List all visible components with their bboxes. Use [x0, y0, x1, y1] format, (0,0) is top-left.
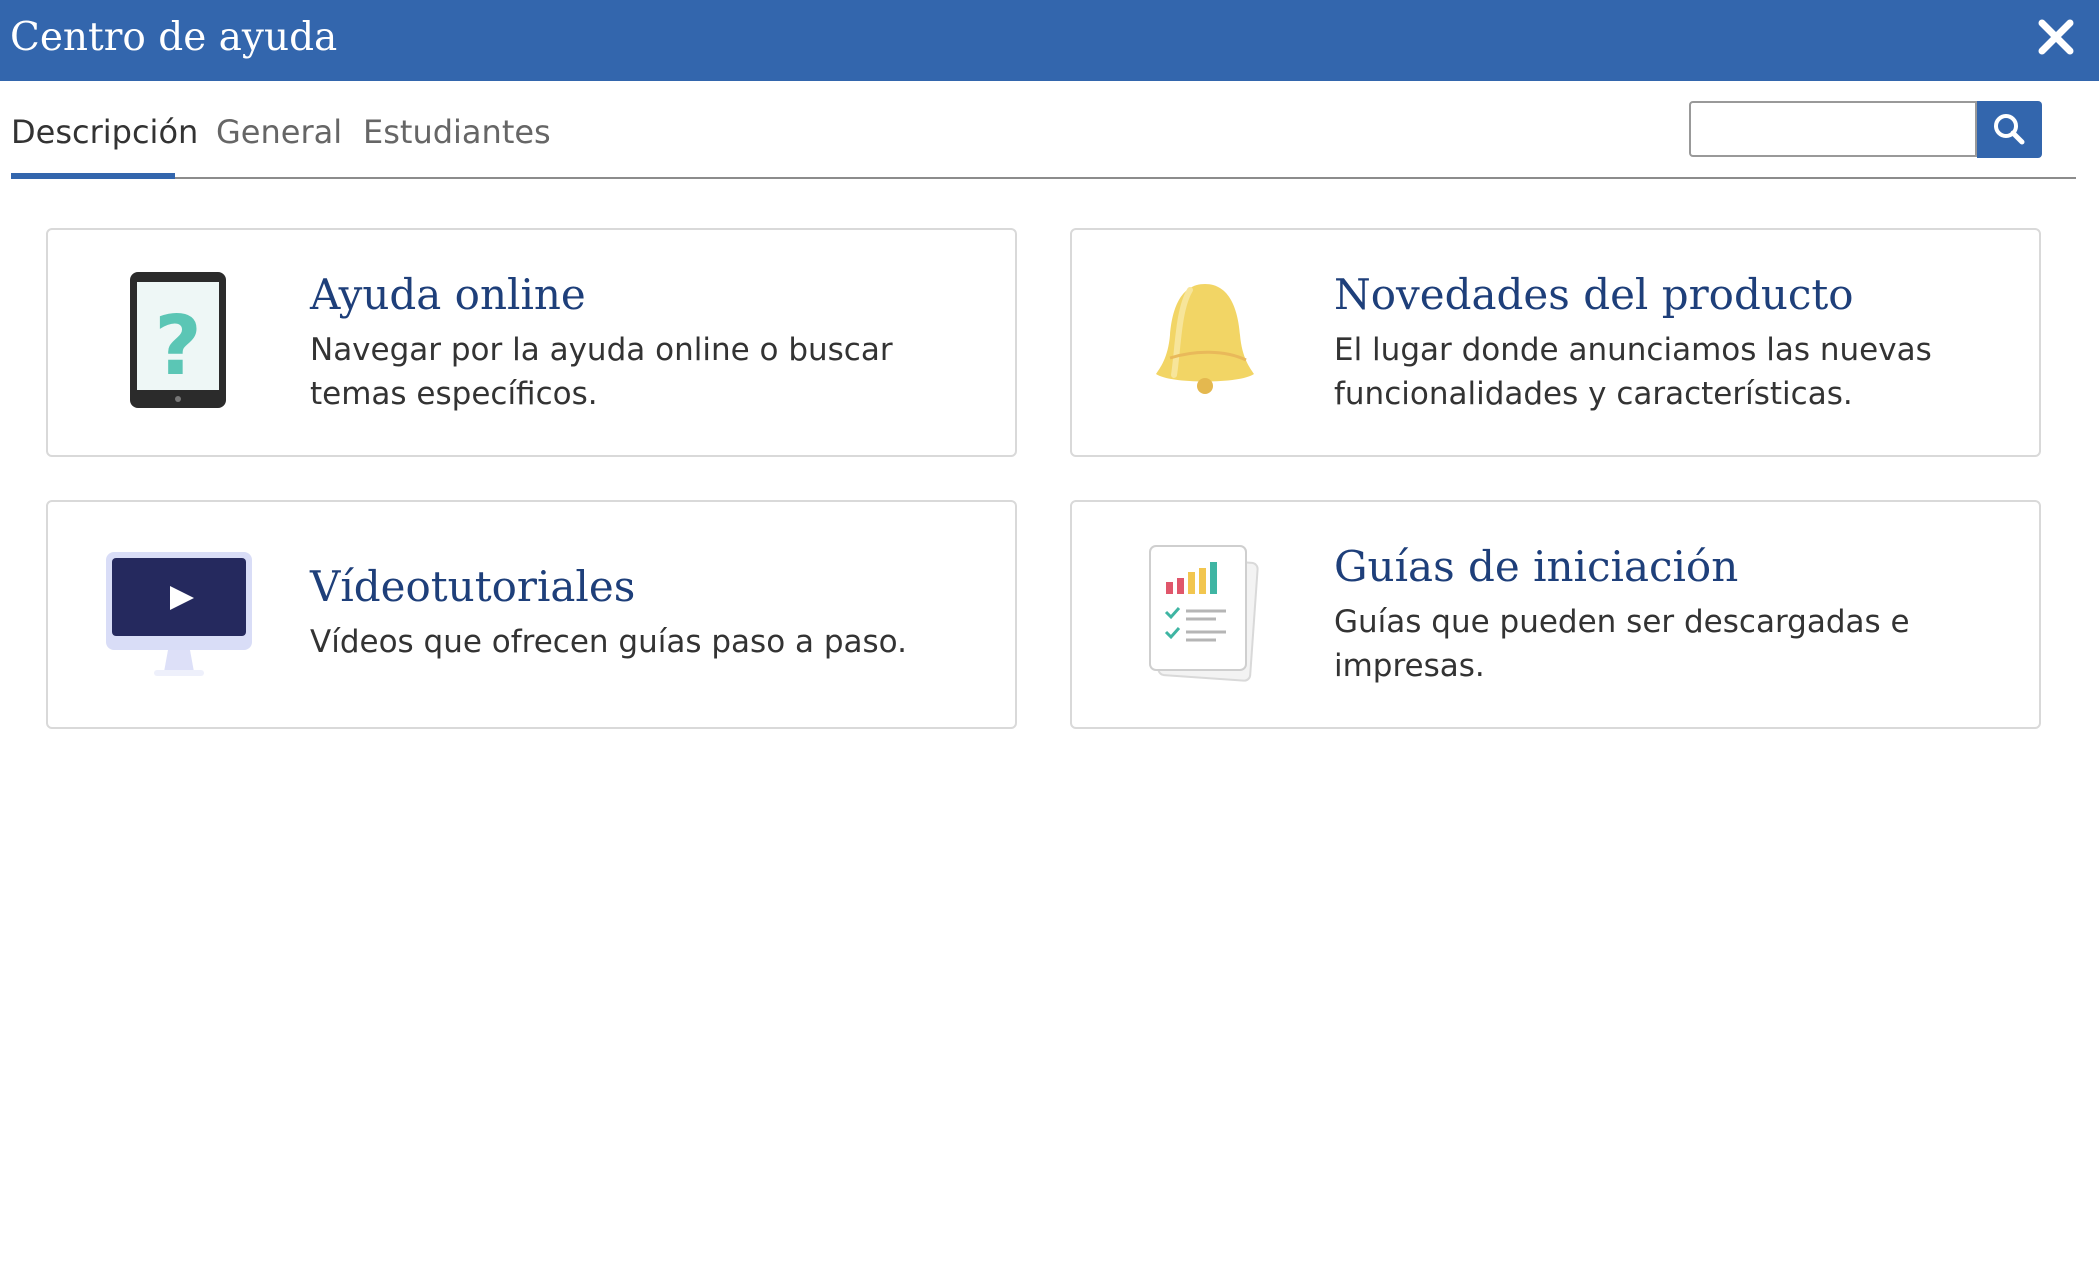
tab-general[interactable]: General	[216, 112, 342, 152]
card-title: Ayuda online	[310, 270, 586, 319]
close-icon	[2038, 19, 2074, 55]
card-description: El lugar donde anunciamos las nuevas fun…	[1334, 332, 1932, 412]
card-ayuda-online[interactable]: ? Ayuda online Navegar por la ayuda onli…	[46, 228, 1017, 457]
dialog-title: Centro de ayuda	[10, 15, 338, 60]
tab-descripcion[interactable]: Descripción	[11, 112, 198, 152]
help-center-dialog: Centro de ayuda Descripción General Estu…	[0, 0, 2099, 1269]
card-title: Vídeotutoriales	[310, 562, 636, 611]
tab-estudiantes[interactable]: Estudiantes	[363, 112, 551, 152]
card-novedades-producto[interactable]: Novedades del producto El lugar donde an…	[1070, 228, 2041, 457]
card-description: Vídeos que ofrecen guías paso a paso.	[310, 624, 907, 660]
search-input[interactable]	[1689, 101, 1977, 157]
active-tab-indicator	[11, 173, 175, 179]
tablet-question-icon: ?	[130, 272, 226, 408]
close-button[interactable]	[2034, 15, 2078, 59]
search-icon	[1994, 114, 2025, 145]
svg-text:?: ?	[154, 299, 202, 394]
bell-icon	[1156, 284, 1254, 394]
search-button[interactable]	[1977, 101, 2042, 158]
card-videotutoriales[interactable]: Vídeotutoriales Vídeos que ofrecen guías…	[46, 500, 1017, 729]
monitor-play-icon	[106, 552, 252, 676]
dialog-header: Centro de ayuda	[0, 0, 2099, 81]
card-description: Navegar por la ayuda online o buscar tem…	[310, 332, 893, 412]
document-chart-icon	[1149, 545, 1259, 682]
card-title: Novedades del producto	[1334, 270, 1854, 319]
card-guias-iniciacion[interactable]: Guías de iniciación Guías que pueden ser…	[1070, 500, 2041, 729]
card-description: Guías que pueden ser descargadas e impre…	[1334, 604, 1910, 684]
card-title: Guías de iniciación	[1334, 542, 1739, 591]
tab-divider	[11, 177, 2076, 179]
